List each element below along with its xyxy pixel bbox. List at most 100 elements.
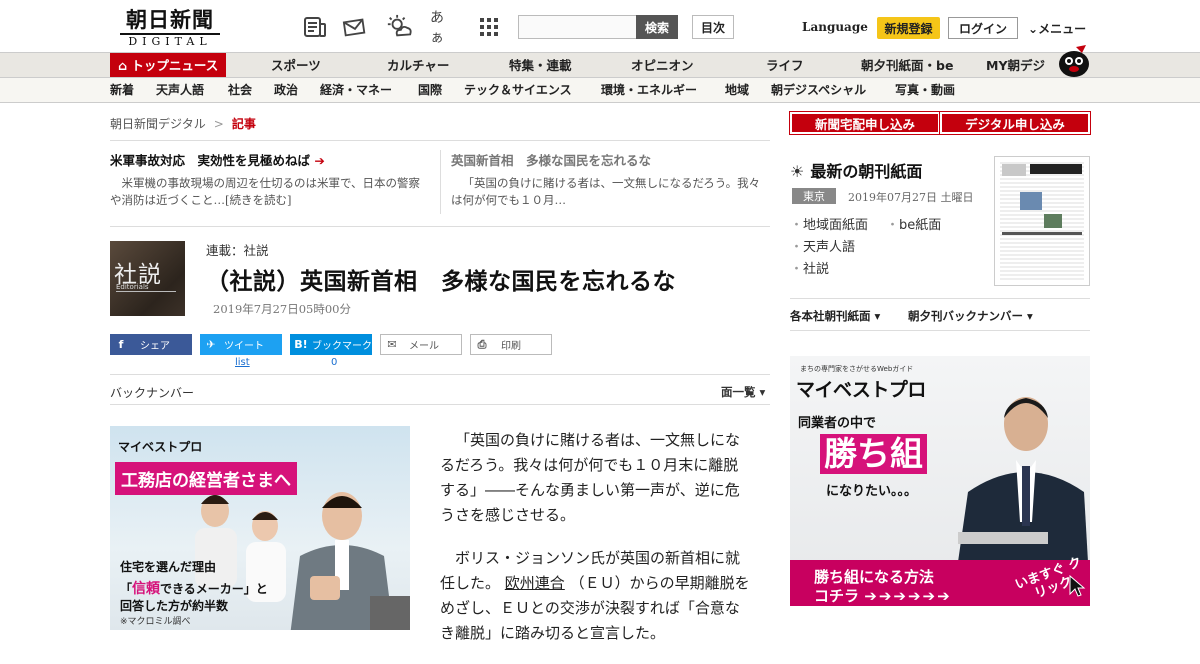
page-list-dropdown[interactable]: 面一覧 ▾ bbox=[721, 384, 765, 400]
thumb-block bbox=[1044, 214, 1062, 228]
paper-thumbnail[interactable] bbox=[994, 156, 1090, 286]
related-article[interactable]: 英国新首相 多様な国民を忘れるな 「英国の負けに賭ける者は、一文無しになるだろう… bbox=[451, 150, 771, 209]
language-link[interactable]: Language bbox=[802, 20, 868, 34]
mascot-icon[interactable] bbox=[1056, 44, 1092, 78]
paper-link[interactable]: 社説 bbox=[790, 258, 829, 277]
related-summary: 「英国の負けに賭ける者は、一文無しになるだろう。我々は何が何でも１０月… bbox=[451, 176, 761, 207]
nav2-photo-video[interactable]: 写真・動画 bbox=[895, 78, 955, 102]
grid-menu-icon[interactable] bbox=[476, 14, 502, 40]
print-label: 印刷 bbox=[501, 341, 521, 352]
latest-paper-label: 最新の朝刊紙面 bbox=[810, 162, 923, 181]
divider bbox=[790, 330, 1090, 331]
home-icon: ⌂ bbox=[118, 58, 127, 73]
ad-headline: 工務店の経営者さまへ bbox=[115, 462, 297, 495]
nav-my-asadigi[interactable]: MY朝デジ bbox=[986, 53, 1045, 78]
caret-down-icon: ▾ bbox=[874, 309, 881, 323]
ad-text: になりたい。。。 bbox=[826, 484, 918, 499]
font-size-label: あぁ bbox=[430, 10, 444, 46]
tweet-button[interactable]: ✈ ツイート bbox=[200, 334, 282, 355]
regional-papers-dropdown[interactable]: 各本社朝刊紙面 ▾ bbox=[790, 308, 880, 324]
hatena-bookmark-button[interactable]: B! ブックマーク bbox=[290, 334, 372, 355]
nav-sports[interactable]: スポーツ bbox=[271, 53, 321, 78]
back-number-dropdown[interactable]: 朝夕刊バックナンバー ▾ bbox=[908, 308, 1033, 324]
keyword-link[interactable]: 欧州連合 bbox=[505, 574, 565, 592]
search-button[interactable]: 検索 bbox=[636, 15, 678, 39]
mail-icon[interactable] bbox=[342, 14, 368, 40]
back-number-label: 朝夕刊バックナンバー bbox=[908, 309, 1023, 323]
arrow-right-icon: ➔➔➔➔➔➔ bbox=[864, 587, 952, 605]
paper-date: 2019年07月27日 土曜日 bbox=[848, 191, 974, 204]
ad-text: 「信頼できるメーカー」と bbox=[120, 581, 268, 597]
series-label[interactable]: 連載：社説 bbox=[206, 240, 269, 259]
font-size-icon[interactable]: あぁ bbox=[430, 10, 456, 46]
arrow-right-icon: ➔ bbox=[314, 153, 325, 168]
breadcrumb-home[interactable]: 朝日新聞デジタル bbox=[110, 117, 206, 131]
search-input[interactable] bbox=[518, 15, 638, 39]
thumb-block bbox=[1020, 192, 1042, 210]
facebook-icon: f bbox=[118, 338, 124, 351]
hatena-label: ブックマーク bbox=[312, 341, 372, 352]
nav2-politics[interactable]: 政治 bbox=[274, 78, 298, 102]
facebook-share-button[interactable]: f シェア bbox=[110, 334, 192, 355]
paper-link[interactable]: 地域面紙面 bbox=[790, 214, 868, 233]
article-title: （社説）英国新首相 多様な国民を忘れるな bbox=[206, 269, 676, 295]
nav2-latest[interactable]: 新着 bbox=[110, 78, 134, 102]
mail-share-button[interactable]: ✉ メール bbox=[380, 334, 462, 355]
nav-features[interactable]: 特集・連載 bbox=[509, 53, 572, 78]
divider bbox=[110, 374, 770, 375]
nav-opinion[interactable]: オピニオン bbox=[631, 53, 694, 78]
printer-icon: ⎙ bbox=[477, 337, 487, 351]
ad-brand: マイベストプロ bbox=[118, 440, 203, 454]
nav2-tech-science[interactable]: テック＆サイエンス bbox=[464, 78, 572, 102]
nav2-region[interactable]: 地域 bbox=[725, 78, 749, 102]
breadcrumb: 朝日新聞デジタル > 記事 bbox=[110, 115, 256, 132]
facebook-share-label: シェア bbox=[140, 341, 170, 352]
print-button[interactable]: ⎙ 印刷 bbox=[470, 334, 552, 355]
secondary-nav: 新着 天声人語 社会 政治 経済・マネー 国際 テック＆サイエンス 環境・エネル… bbox=[0, 77, 1200, 103]
newspaper-icon[interactable] bbox=[302, 14, 328, 40]
nav2-environment[interactable]: 環境・エネルギー bbox=[601, 78, 697, 102]
mail-label: メール bbox=[409, 341, 439, 352]
ad-banner-right[interactable]: まちの専門家をさがせるWebガイド マイベストプロ 同業者の中で 勝ち組 になり… bbox=[790, 356, 1090, 606]
newspaper-delivery-button[interactable]: 新聞宅配申し込み bbox=[789, 111, 941, 135]
contents-button[interactable]: 目次 bbox=[692, 15, 734, 39]
nav-top-news[interactable]: ⌂ トップニュース bbox=[110, 53, 227, 78]
nav2-economy[interactable]: 経済・マネー bbox=[320, 78, 392, 102]
nav2-special[interactable]: 朝デジスペシャル bbox=[771, 78, 866, 102]
nav-top-news-label: トップニュース bbox=[131, 58, 219, 73]
menu-button[interactable]: ⌄メニュー bbox=[1028, 20, 1086, 37]
latest-paper-heading: ☀ 最新の朝刊紙面 bbox=[790, 158, 922, 182]
paper-link[interactable]: be紙面 bbox=[886, 214, 941, 233]
nav2-international[interactable]: 国際 bbox=[418, 78, 442, 102]
envelope-icon: ✉ bbox=[387, 338, 397, 351]
related-article[interactable]: 米軍事故対応 実効性を見極めねば ➔ 米軍機の事故現場の周辺を仕切るのは米軍で、… bbox=[110, 150, 430, 209]
back-numbers-link[interactable]: バックナンバー bbox=[110, 384, 194, 401]
weather-icon[interactable] bbox=[386, 14, 412, 40]
nav-culture[interactable]: カルチャー bbox=[387, 53, 449, 78]
related-title: 米軍事故対応 実効性を見極めねば ➔ bbox=[110, 153, 325, 168]
thumb-block bbox=[1002, 164, 1026, 176]
asahi-logo[interactable]: 朝日新聞 DIGITAL bbox=[110, 8, 230, 48]
tweet-count[interactable]: list bbox=[235, 357, 250, 368]
digital-subscribe-button[interactable]: デジタル申し込み bbox=[939, 111, 1091, 135]
bookmark-count[interactable]: 0 bbox=[331, 357, 337, 368]
register-button[interactable]: 新規登録 bbox=[877, 17, 940, 39]
nav2-tensei[interactable]: 天声人語 bbox=[156, 78, 204, 102]
ad-headline: 勝ち組 bbox=[820, 434, 927, 474]
login-button[interactable]: ログイン bbox=[948, 17, 1018, 39]
nav-life[interactable]: ライフ bbox=[766, 53, 804, 78]
article-body: 「英国の負けに賭ける者は、一文無しになるだろう。我々は何が何でも１０月末に離脱す… bbox=[440, 428, 750, 664]
ad-cta-band[interactable]: 勝ち組になる方法 コチラ ➔➔➔➔➔➔ いますぐ クリック bbox=[790, 555, 1090, 606]
nav-paper-be[interactable]: 朝夕刊紙面・be bbox=[861, 53, 953, 78]
hatena-icon: B! bbox=[294, 338, 308, 351]
divider bbox=[440, 150, 441, 214]
article-paragraph: ボリス・ジョンソン氏が英国の新首相に就任した。 欧州連合 （ＥＵ）からの早期離脱… bbox=[440, 549, 750, 642]
breadcrumb-sep: > bbox=[213, 117, 224, 131]
paper-link[interactable]: 天声人語 bbox=[790, 236, 855, 255]
logo-sub: DIGITAL bbox=[120, 33, 220, 49]
ad-text: 住宅を選んだ理由 bbox=[120, 560, 217, 574]
nav2-society[interactable]: 社会 bbox=[228, 78, 252, 102]
sun-icon: ☀ bbox=[790, 162, 805, 181]
thumb-block bbox=[1030, 164, 1082, 174]
ad-banner-left[interactable]: マイベストプロ 工務店の経営者さまへ 住宅を選んだ理由 「信頼できるメーカー」と… bbox=[110, 426, 410, 630]
